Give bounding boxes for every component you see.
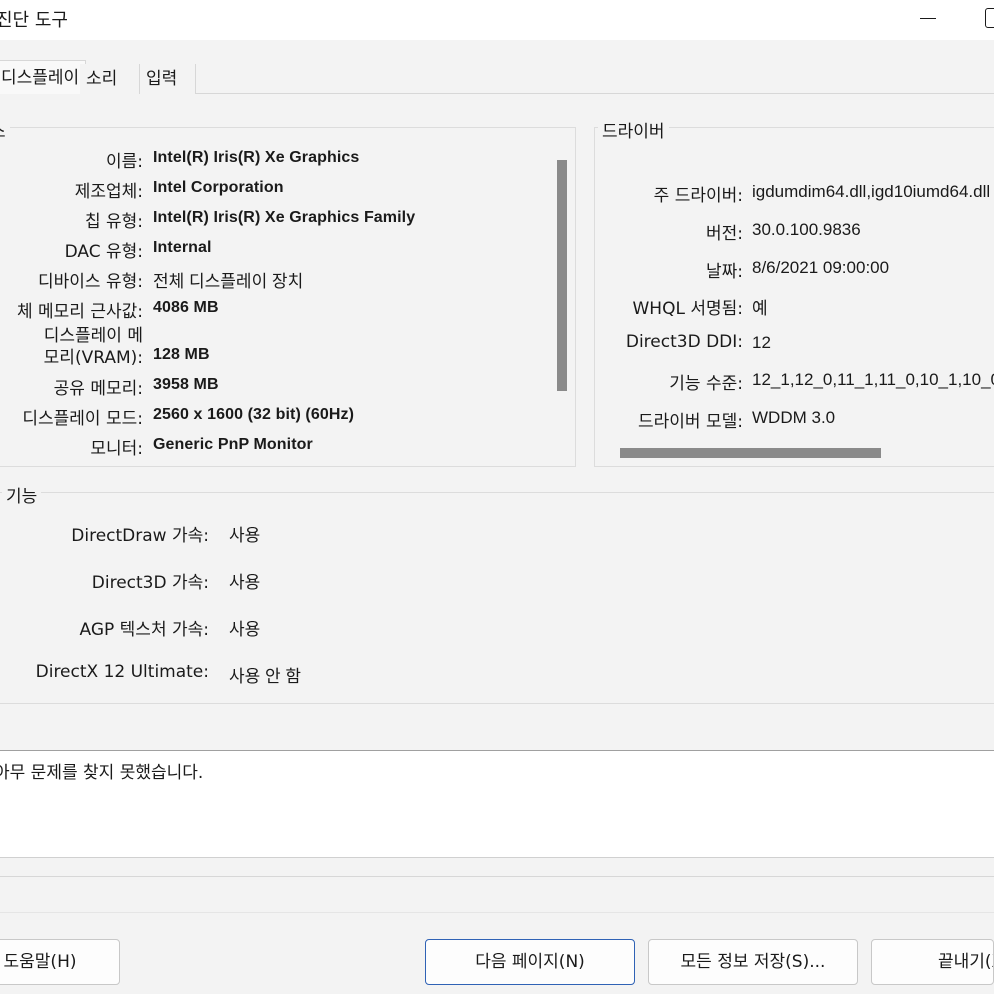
version-value: 30.0.100.9836 — [752, 220, 861, 239]
date-label: 날짜: — [705, 262, 743, 282]
main-driver-value: igdumdim64.dll,igd10iumd64.dll — [752, 182, 991, 201]
direct3d-label: Direct3D 가속: — [91, 573, 209, 593]
device-name-label: 이름: — [105, 152, 143, 172]
version-label: 버전: — [705, 224, 743, 244]
monitor-label: 모니터: — [90, 439, 143, 459]
window-title: 진단 도구 — [0, 10, 68, 31]
device-type-value: 전체 디스플레이 장치 — [153, 272, 304, 291]
tab-input[interactable]: 입력 — [140, 64, 196, 94]
title-bar — [0, 0, 994, 40]
maximize-button[interactable] — [985, 8, 994, 28]
agp-label: AGP 텍스처 가속: — [79, 620, 210, 640]
manufacturer-label: 제조업체: — [74, 182, 143, 202]
tab-display[interactable]: 디스플레이 — [0, 60, 87, 94]
chip-type-label: 칩 유형: — [84, 212, 143, 232]
device-group-label: 스 — [0, 117, 10, 142]
next-page-button[interactable]: 다음 페이지(N) — [425, 939, 635, 985]
save-all-info-button[interactable]: 모든 정보 저장(S)... — [648, 939, 858, 985]
feature-levels-value: 12_1,12_0,11_1,11_0,10_1,10_0 — [752, 370, 994, 389]
dac-type-value: Internal — [153, 239, 212, 256]
vram-value: 128 MB — [153, 346, 210, 363]
dx12-ultimate-label: DirectX 12 Ultimate: — [35, 662, 209, 682]
driver-model-label: 드라이버 모델: — [638, 412, 743, 432]
monitor-value: Generic PnP Monitor — [153, 436, 313, 453]
shared-memory-label: 공유 메모리: — [53, 379, 143, 399]
whql-label: WHQL 서명됨: — [632, 299, 744, 319]
date-value: 8/6/2021 09:00:00 — [752, 258, 890, 277]
manufacturer-value: Intel Corporation — [153, 179, 284, 196]
vram-label: 모리(VRAM): — [43, 348, 143, 368]
exit-button[interactable]: 끝내기(X) — [871, 939, 994, 985]
drivers-scrollbar-thumb[interactable] — [620, 448, 881, 458]
agp-value: 사용 — [229, 620, 261, 639]
directdraw-label: DirectDraw 가속: — [71, 526, 209, 546]
display-mode-value: 2560 x 1600 (32 bit) (60Hz) — [153, 406, 355, 423]
dac-type-label: DAC 유형: — [64, 242, 143, 262]
main-driver-label: 주 드라이버: — [653, 186, 743, 206]
driver-model-value: WDDM 3.0 — [752, 408, 836, 427]
direct3d-value: 사용 — [229, 573, 261, 592]
tab-sound[interactable]: 소리 — [80, 64, 140, 94]
feature-levels-label: 기능 수준: — [669, 374, 743, 394]
drivers-group-label: 드라이버 — [598, 117, 669, 142]
whql-value: 예 — [752, 299, 768, 318]
dx12-ultimate-value: 사용 안 함 — [229, 667, 302, 686]
footer-divider — [0, 876, 994, 877]
d3d-ddi-value: 12 — [752, 333, 771, 352]
shared-memory-value: 3958 MB — [153, 376, 219, 393]
total-memory-label: 체 메모리 근사값: — [16, 302, 143, 322]
display-mode-label: 디스플레이 모드: — [22, 409, 143, 429]
chip-type-value: Intel(R) Iris(R) Xe Graphics Family — [153, 209, 416, 226]
device-type-label: 디바이스 유형: — [38, 272, 143, 292]
features-group-label: 기능 — [2, 482, 42, 507]
notes-text: 아무 문제를 찾지 못했습니다. — [0, 763, 204, 783]
minimize-button[interactable] — [916, 4, 940, 32]
footer-divider-2 — [0, 912, 994, 913]
d3d-ddi-label: Direct3D DDI: — [625, 332, 743, 352]
help-button[interactable]: 도움말(H) — [0, 939, 120, 985]
device-scrollbar-thumb[interactable] — [557, 160, 567, 391]
total-memory-value: 4086 MB — [153, 299, 219, 316]
directdraw-value: 사용 — [229, 526, 261, 545]
device-name-value: Intel(R) Iris(R) Xe Graphics — [153, 149, 360, 166]
